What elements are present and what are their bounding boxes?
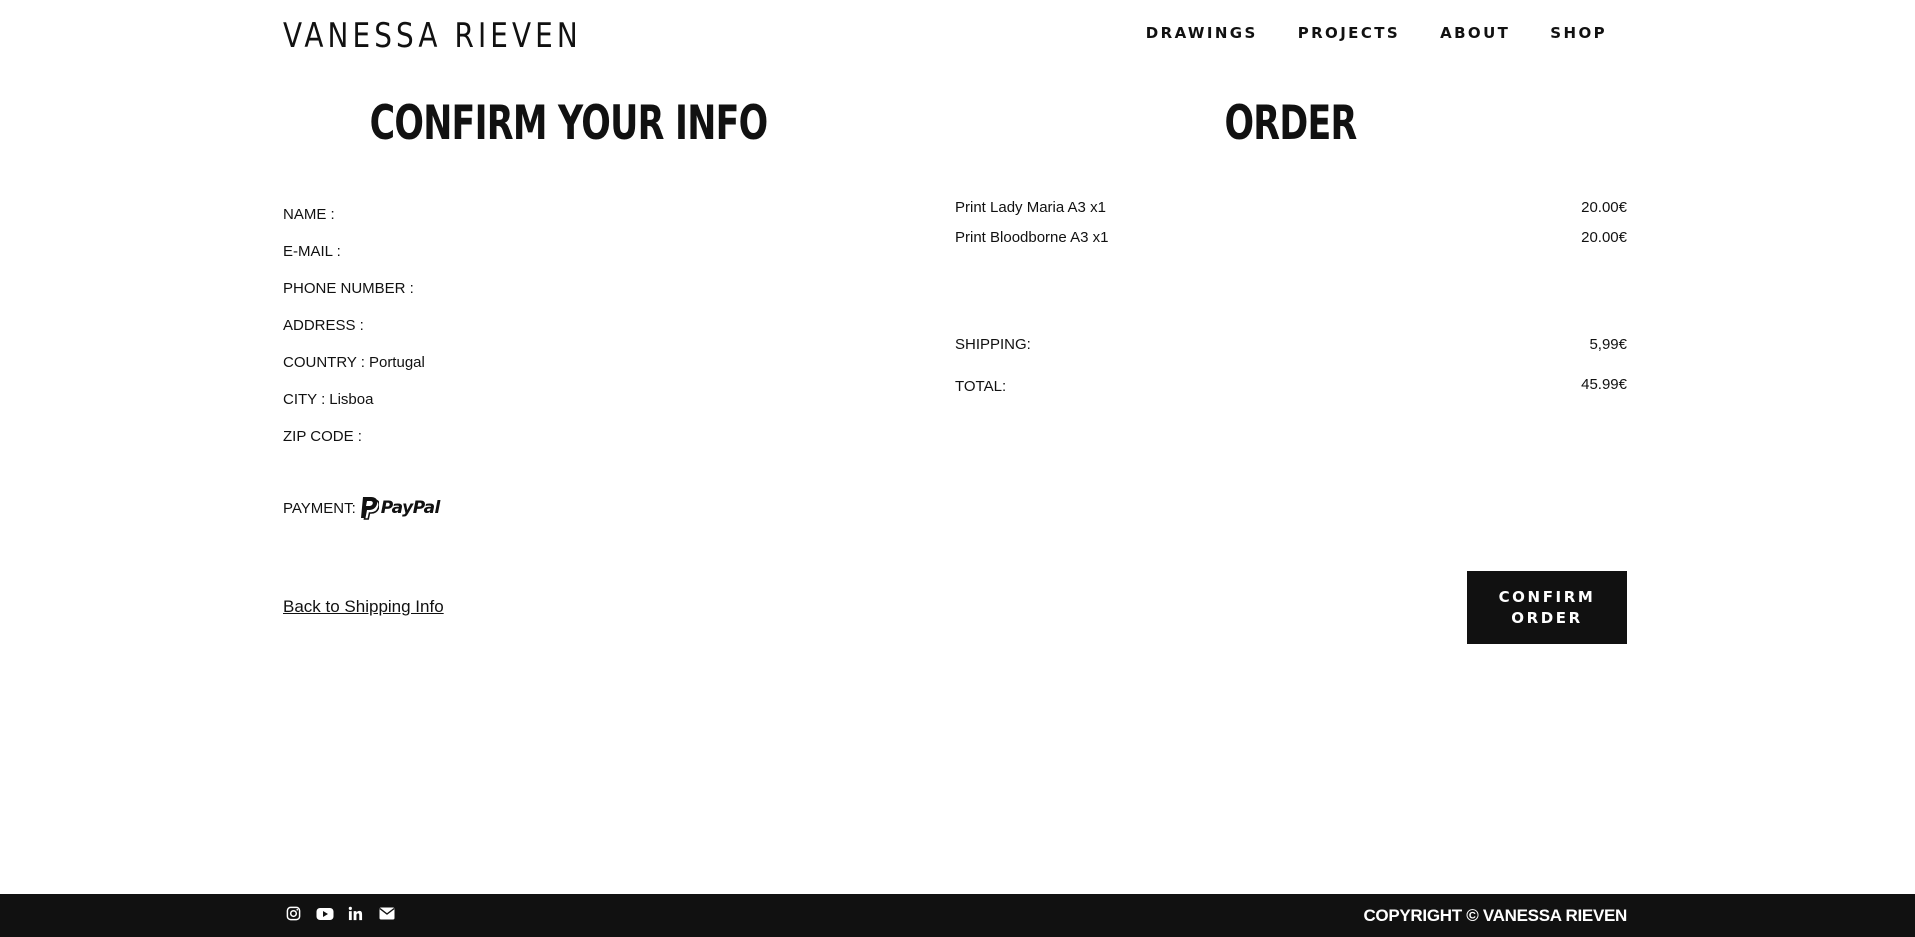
- back-to-shipping-link[interactable]: Back to Shipping Info: [283, 597, 444, 617]
- shipping-label: SHIPPING:: [955, 336, 1031, 353]
- linkedin-icon[interactable]: [346, 904, 365, 923]
- instagram-icon[interactable]: [284, 904, 303, 923]
- copyright-text: COPYRIGHT © VANESSA RIEVEN: [1363, 906, 1627, 925]
- info-label: ADDRESS :: [283, 317, 364, 334]
- total-label: TOTAL:: [955, 378, 1007, 395]
- payment-label: PAYMENT:: [283, 499, 356, 517]
- info-label: ZIP CODE :: [283, 428, 362, 445]
- total-row: TOTAL: 45.99€: [955, 376, 1627, 395]
- site-header: VANESSA RIEVEN DRAWINGS PROJECTS ABOUT S…: [0, 0, 1915, 75]
- shipping-value: 5,99€: [1589, 336, 1627, 353]
- confirm-order-label-line2: ORDER: [1511, 608, 1583, 627]
- main-nav: DRAWINGS PROJECTS ABOUT SHOP: [1146, 24, 1607, 42]
- order-item: Print Bloodborne A3 x1 20.00€: [955, 222, 1627, 252]
- order-item-name: Print Bloodborne A3 x1: [955, 228, 1109, 246]
- confirm-order-button[interactable]: CONFIRM ORDER: [1467, 571, 1627, 644]
- payment-row: PAYMENT: PayPal: [283, 496, 440, 520]
- site-logo[interactable]: VANESSA RIEVEN: [283, 16, 582, 56]
- order-item-price: 20.00€: [1581, 198, 1627, 216]
- info-list: NAME : E-MAIL : PHONE NUMBER : ADDRESS :…: [283, 196, 843, 455]
- paypal-logo: PayPal: [359, 496, 440, 520]
- youtube-icon[interactable]: [315, 904, 334, 923]
- info-label: CITY :: [283, 391, 326, 408]
- site-footer: COPYRIGHT © VANESSA RIEVEN: [0, 894, 1915, 937]
- paypal-icon: [360, 497, 379, 520]
- confirm-info-heading: CONFIRM YOUR INFO: [369, 96, 769, 151]
- info-row-name: NAME :: [283, 196, 843, 233]
- nav-shop[interactable]: SHOP: [1550, 24, 1607, 42]
- info-value: Portugal: [368, 354, 425, 371]
- info-label: COUNTRY :: [283, 354, 365, 371]
- order-item-name: Print Lady Maria A3 x1: [955, 198, 1106, 216]
- social-links: [284, 904, 396, 923]
- total-value: 45.99€: [1581, 376, 1627, 393]
- info-row-phone: PHONE NUMBER :: [283, 270, 843, 307]
- info-label: NAME :: [283, 206, 335, 223]
- info-row-address: ADDRESS :: [283, 307, 843, 344]
- info-value: Lisboa: [329, 391, 374, 408]
- order-item: Print Lady Maria A3 x1 20.00€: [955, 192, 1627, 222]
- shipping-row: SHIPPING: 5,99€: [955, 336, 1627, 353]
- info-label: PHONE NUMBER :: [283, 280, 414, 297]
- confirm-order-label-line1: CONFIRM: [1498, 587, 1596, 606]
- info-row-zip: ZIP CODE :: [283, 418, 843, 455]
- order-list: Print Lady Maria A3 x1 20.00€ Print Bloo…: [955, 192, 1627, 252]
- mail-icon[interactable]: [377, 904, 396, 923]
- order-heading: ORDER: [1224, 96, 1357, 151]
- info-row-email: E-MAIL :: [283, 233, 843, 270]
- info-label: E-MAIL :: [283, 243, 341, 260]
- nav-drawings[interactable]: DRAWINGS: [1146, 24, 1258, 42]
- info-row-country: COUNTRY : Portugal: [283, 344, 843, 381]
- order-item-price: 20.00€: [1581, 228, 1627, 246]
- nav-about[interactable]: ABOUT: [1440, 24, 1510, 42]
- payment-method: PayPal: [380, 498, 441, 518]
- info-row-city: CITY : Lisboa: [283, 381, 843, 418]
- nav-projects[interactable]: PROJECTS: [1298, 24, 1400, 42]
